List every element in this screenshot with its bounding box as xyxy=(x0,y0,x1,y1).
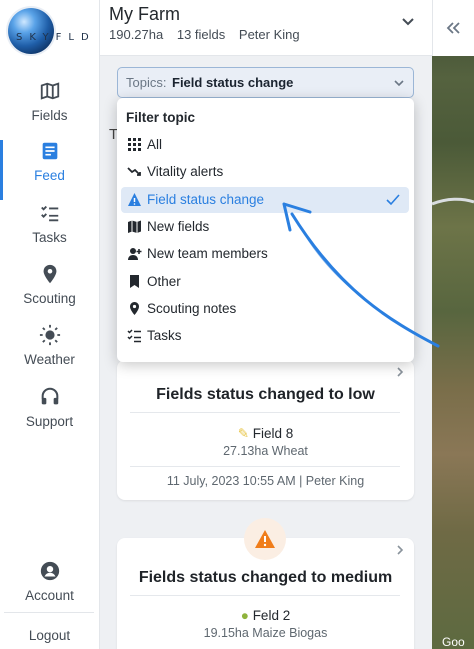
headset-icon xyxy=(41,387,58,405)
map-view[interactable] xyxy=(432,0,474,649)
option-label: New team members xyxy=(147,246,268,261)
chevron-right-icon[interactable] xyxy=(394,544,406,556)
logout-button[interactable]: Logout xyxy=(0,624,99,648)
account-label: Account xyxy=(25,588,74,603)
topic-option-all[interactable]: All xyxy=(121,132,409,158)
tasks-icon xyxy=(127,329,141,343)
option-label: New fields xyxy=(147,219,210,234)
chevron-down-icon[interactable] xyxy=(398,12,418,32)
sidebar-item-label: Weather xyxy=(24,352,75,367)
farm-field-count: 13 fields xyxy=(176,27,226,42)
wheat-icon: ✎ xyxy=(237,426,249,441)
sidebar: SKYFLD Fields Feed Tasks Scouting Weathe… xyxy=(0,0,100,649)
topic-option-vitality-alerts[interactable]: Vitality alerts xyxy=(121,159,409,185)
option-label: Tasks xyxy=(147,328,182,343)
option-label: Other xyxy=(147,274,181,289)
farm-header[interactable]: My Farm 190.27ha 13 fields Peter King xyxy=(100,0,432,56)
sidebar-item-support[interactable]: Support xyxy=(0,386,99,446)
topic-option-new-fields[interactable]: New fields xyxy=(121,214,409,240)
farm-owner: Peter King xyxy=(238,27,300,42)
card-meta: 11 July, 2023 10:55 AM | Peter King xyxy=(166,474,365,488)
farm-area: 190.27ha xyxy=(109,27,164,42)
sidebar-item-feed[interactable]: Feed xyxy=(0,140,99,200)
card-field-name: Feld 2 xyxy=(252,608,291,623)
sidebar-item-weather[interactable]: Weather xyxy=(0,324,99,384)
logo-text: SKYFLD xyxy=(16,32,96,43)
sidebar-item-fields[interactable]: Fields xyxy=(0,80,99,140)
status-bubble-medium xyxy=(244,518,286,560)
bookmark-icon xyxy=(130,275,139,288)
card-divider xyxy=(130,595,400,596)
card-divider xyxy=(130,412,400,413)
topic-filter-select[interactable]: Topics: Field status change xyxy=(117,67,414,98)
card-title: Fields status changed to low xyxy=(156,386,375,403)
maize-icon: ● xyxy=(240,608,249,623)
topic-option-scouting-notes[interactable]: Scouting notes xyxy=(121,296,409,322)
skyfld-logo[interactable] xyxy=(8,8,54,54)
sidebar-divider xyxy=(4,612,94,613)
add-user-icon xyxy=(128,248,142,260)
farm-meta: 190.27ha 13 fields Peter King xyxy=(109,27,310,42)
topic-option-new-team-members[interactable]: New team members xyxy=(121,241,409,267)
sidebar-item-label: Fields xyxy=(31,108,68,123)
card-field-name: Field 8 xyxy=(252,426,294,441)
topic-filter-value: Field status change xyxy=(172,75,294,90)
map-icon xyxy=(128,220,141,233)
location-pin-icon xyxy=(130,302,139,315)
card-field-detail: 27.13ha Wheat xyxy=(223,444,308,458)
card-title: Fields status changed to medium xyxy=(138,569,393,586)
sidebar-item-label: Feed xyxy=(34,168,65,183)
card-field[interactable]: ✎ Field 8 xyxy=(117,426,414,442)
warning-icon xyxy=(255,530,275,548)
logout-label: Logout xyxy=(28,628,71,643)
option-label: Vitality alerts xyxy=(147,164,224,179)
topic-option-field-status-change[interactable]: Field status change xyxy=(121,187,409,213)
tasks-icon xyxy=(40,205,58,222)
feed-icon xyxy=(42,142,57,160)
sidebar-item-label: Tasks xyxy=(32,230,67,245)
collapse-panel-button[interactable] xyxy=(432,0,474,56)
topic-dropdown-menu: Filter topic All Vitality alerts Field s… xyxy=(117,98,414,362)
topic-option-tasks[interactable]: Tasks xyxy=(121,323,409,349)
option-label: All xyxy=(147,137,163,152)
sun-icon xyxy=(39,324,60,346)
option-label: Scouting notes xyxy=(147,301,237,316)
checkmark-icon xyxy=(386,194,400,206)
chevron-right-icon[interactable] xyxy=(394,366,406,378)
grid-icon xyxy=(128,138,141,151)
farm-name: My Farm xyxy=(109,4,180,24)
account-icon xyxy=(40,561,59,581)
sidebar-item-tasks[interactable]: Tasks xyxy=(0,202,99,262)
double-chevron-left-icon xyxy=(446,22,460,34)
feed-card[interactable]: Fields status changed to low ✎ Field 8 2… xyxy=(117,360,414,500)
sidebar-item-label: Scouting xyxy=(23,291,76,306)
trend-down-icon xyxy=(127,167,141,176)
topic-option-other[interactable]: Other xyxy=(121,269,409,295)
location-pin-icon xyxy=(43,264,56,284)
card-field[interactable]: ● Feld 2 xyxy=(117,608,414,623)
map-road xyxy=(432,197,474,206)
map-icon xyxy=(40,82,59,100)
chevron-down-icon xyxy=(394,80,404,87)
map-credit: Goo xyxy=(442,635,465,649)
topic-filter-prefix: Topics: xyxy=(126,75,167,90)
sidebar-item-scouting[interactable]: Scouting xyxy=(0,263,99,323)
warning-icon xyxy=(128,193,141,206)
card-divider xyxy=(130,466,400,467)
sidebar-item-account[interactable]: Account xyxy=(0,560,99,620)
option-label: Field status change xyxy=(147,192,265,207)
card-field-detail: 19.15ha Maize Biogas xyxy=(203,626,328,640)
dropdown-header: Filter topic xyxy=(126,110,196,125)
sidebar-item-label: Support xyxy=(25,414,74,429)
